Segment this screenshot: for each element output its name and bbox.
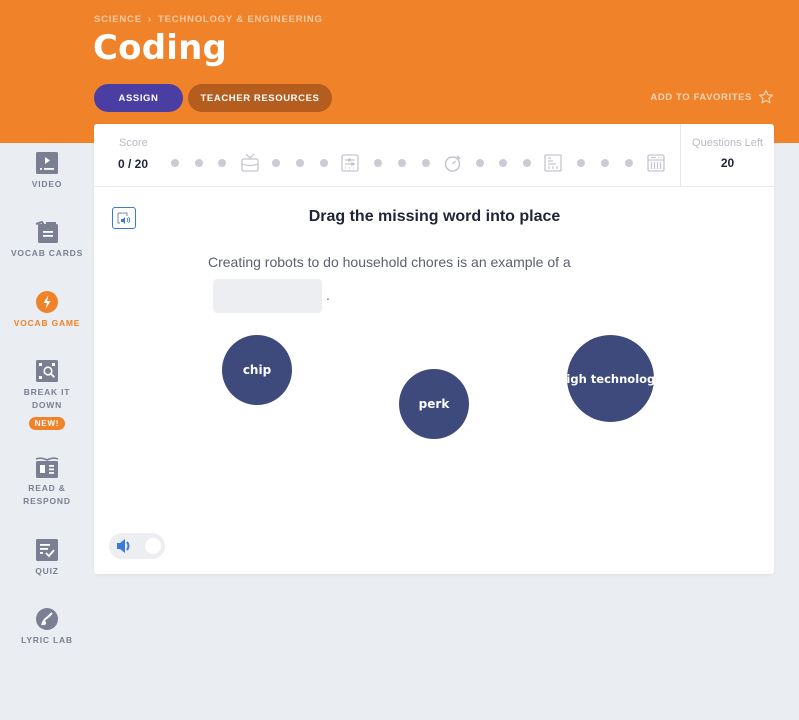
toggle-knob[interactable]	[145, 538, 161, 554]
questions-left-label: Questions Left	[692, 137, 763, 149]
progress-dot	[577, 159, 585, 167]
vocab-game-card: Score 0 / 20 Questions Left 20 Drag the …	[94, 124, 774, 574]
progress-dot	[320, 159, 328, 167]
vocab-cards-icon	[35, 221, 58, 243]
progress-dot	[523, 159, 531, 167]
breadcrumb: SCIENCE › TECHNOLOGY & ENGINEERING	[94, 14, 323, 25]
progress-dot	[422, 159, 430, 167]
sliders-icon	[340, 153, 360, 173]
star-outline-icon	[759, 90, 773, 104]
score-label: Score	[119, 137, 148, 149]
sidebar-item-read-respond[interactable]: READ & RESPOND	[0, 456, 94, 507]
magnify-icon	[36, 360, 58, 382]
sidebar-item-label: BREAK IT DOWN	[23, 387, 71, 410]
progress-dot	[398, 159, 406, 167]
stopwatch-icon	[443, 153, 463, 173]
sidebar-item-quiz[interactable]: QUIZ	[0, 539, 94, 578]
score-value: 0 / 20	[118, 157, 149, 171]
question-sentence: Creating robots to do household chores i…	[208, 254, 571, 270]
sidebar-item-label: QUIZ	[35, 566, 59, 576]
progress-bar: Score 0 / 20 Questions Left 20	[94, 124, 774, 187]
add-to-favorites-button[interactable]: ADD TO FAVORITES	[650, 89, 774, 105]
calculator-icon	[646, 153, 666, 173]
answer-option-perk[interactable]: perk	[399, 369, 469, 439]
question-prompt: Drag the missing word into place	[308, 208, 561, 225]
sidebar-item-lyric-lab[interactable]: LYRIC LAB	[0, 608, 94, 647]
sidebar-item-label: LYRIC LAB	[21, 635, 73, 645]
progress-dot	[195, 159, 203, 167]
progress-dot	[499, 159, 507, 167]
speaker-icon	[117, 539, 130, 553]
teacher-resources-button[interactable]: TEACHER RESOURCES	[188, 84, 332, 112]
progress-dot	[272, 159, 280, 167]
tv-icon	[240, 153, 260, 173]
answer-drop-zone[interactable]	[213, 279, 322, 313]
breadcrumb-science[interactable]: SCIENCE	[94, 14, 142, 25]
assign-button[interactable]: ASSIGN	[94, 84, 183, 112]
progress-dot	[601, 159, 609, 167]
answer-option-chip[interactable]: chip	[222, 335, 292, 405]
quiz-checklist-icon	[36, 539, 58, 561]
chart-icon	[543, 153, 563, 173]
sidebar-item-video[interactable]: VIDEO	[0, 152, 94, 191]
progress-dot	[476, 159, 484, 167]
new-badge: NEW!	[28, 417, 66, 430]
sidebar-item-break-it-down[interactable]: BREAK IT DOWN NEW!	[0, 360, 94, 430]
progress-dot	[171, 159, 179, 167]
progress-dot	[374, 159, 382, 167]
page-title: Coding	[93, 28, 228, 68]
progress-dot	[218, 159, 226, 167]
progress-dot	[296, 159, 304, 167]
breadcrumb-technology-engineering[interactable]: TECHNOLOGY & ENGINEERING	[158, 14, 323, 25]
sidebar-item-label: VOCAB CARDS	[10, 248, 84, 258]
sound-toggle[interactable]	[109, 533, 165, 559]
book-icon	[35, 457, 59, 478]
answer-option-high-technology[interactable]: high technology	[558, 335, 663, 422]
sidebar-item-vocab-cards[interactable]: VOCAB CARDS	[0, 221, 94, 260]
sidebar-item-label: READ & RESPOND	[23, 483, 71, 506]
sentence-end: .	[326, 287, 330, 303]
progress-dot	[625, 159, 633, 167]
breadcrumb-separator: ›	[147, 14, 152, 25]
questions-left: Questions Left 20	[680, 124, 774, 187]
page-header: SCIENCE › TECHNOLOGY & ENGINEERING Codin…	[0, 0, 799, 143]
sidebar-item-vocab-game[interactable]: VOCAB GAME	[0, 291, 94, 330]
lightning-icon	[36, 291, 58, 313]
lyric-lab-icon	[36, 608, 58, 630]
questions-left-value: 20	[720, 156, 735, 170]
video-icon	[36, 152, 58, 174]
sidebar-item-label: VOCAB GAME	[13, 318, 81, 328]
add-to-favorites-label: ADD TO FAVORITES	[650, 91, 752, 103]
sidebar-item-label: VIDEO	[31, 179, 63, 189]
